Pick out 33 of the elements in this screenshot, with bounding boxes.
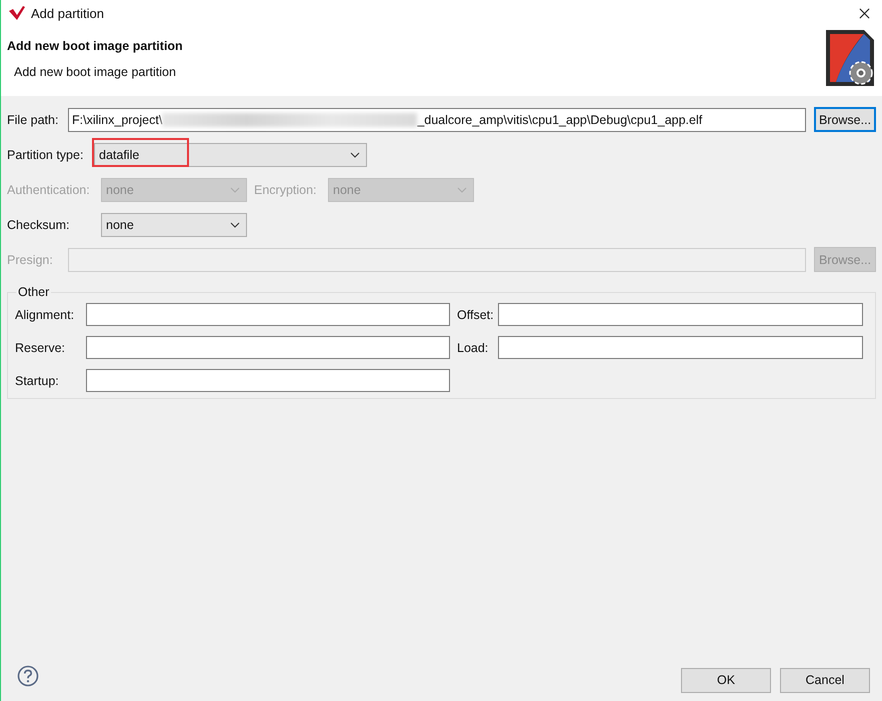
- text-field[interactable]: [86, 336, 450, 359]
- field-label: Load:: [456, 340, 490, 354]
- field-label: File path:: [7, 112, 60, 126]
- chevron-down-icon: [230, 186, 240, 192]
- dialog-heading: Add new boot image partition: [7, 39, 184, 53]
- help-icon[interactable]: [17, 665, 39, 687]
- dialog-button[interactable]: Cancel: [780, 668, 870, 692]
- dialog-button[interactable]: OK: [681, 668, 771, 692]
- chevron-down-icon: [457, 186, 467, 192]
- field-label: Startup:: [15, 374, 60, 388]
- checksum-dropdown[interactable]: none: [101, 212, 247, 236]
- partition-type-dropdown[interactable]: datafile: [94, 142, 367, 166]
- field-label: Presign:: [7, 252, 54, 266]
- chevron-down-icon: [350, 152, 360, 158]
- field-label: Reserve:: [15, 340, 66, 354]
- field-label: Authentication:: [7, 182, 91, 196]
- chevron-down-icon: [230, 222, 240, 228]
- dialog-description: Add new boot image partition: [14, 65, 177, 79]
- text-field[interactable]: [498, 336, 863, 359]
- browse-button[interactable]: Browse...: [814, 107, 876, 132]
- text-field[interactable]: [86, 303, 450, 326]
- field-label: Partition type:: [7, 148, 84, 162]
- group-title: Other: [17, 285, 50, 299]
- text-field[interactable]: [498, 303, 863, 326]
- window-title: Add partition: [31, 6, 104, 20]
- field-label: Encryption:: [254, 182, 318, 196]
- file-path-field[interactable]: F:\xilinx_project\ _dualcore_amp\vitis\cpu1_app\Debug\cpu1_app.elf: [68, 108, 806, 132]
- close-icon[interactable]: [859, 8, 870, 18]
- field-label: Checksum:: [7, 218, 71, 232]
- field-label: Offset:: [456, 308, 495, 322]
- field-label: Alignment:: [15, 308, 76, 322]
- text-field[interactable]: [86, 369, 450, 392]
- app-logo-icon: [9, 6, 25, 20]
